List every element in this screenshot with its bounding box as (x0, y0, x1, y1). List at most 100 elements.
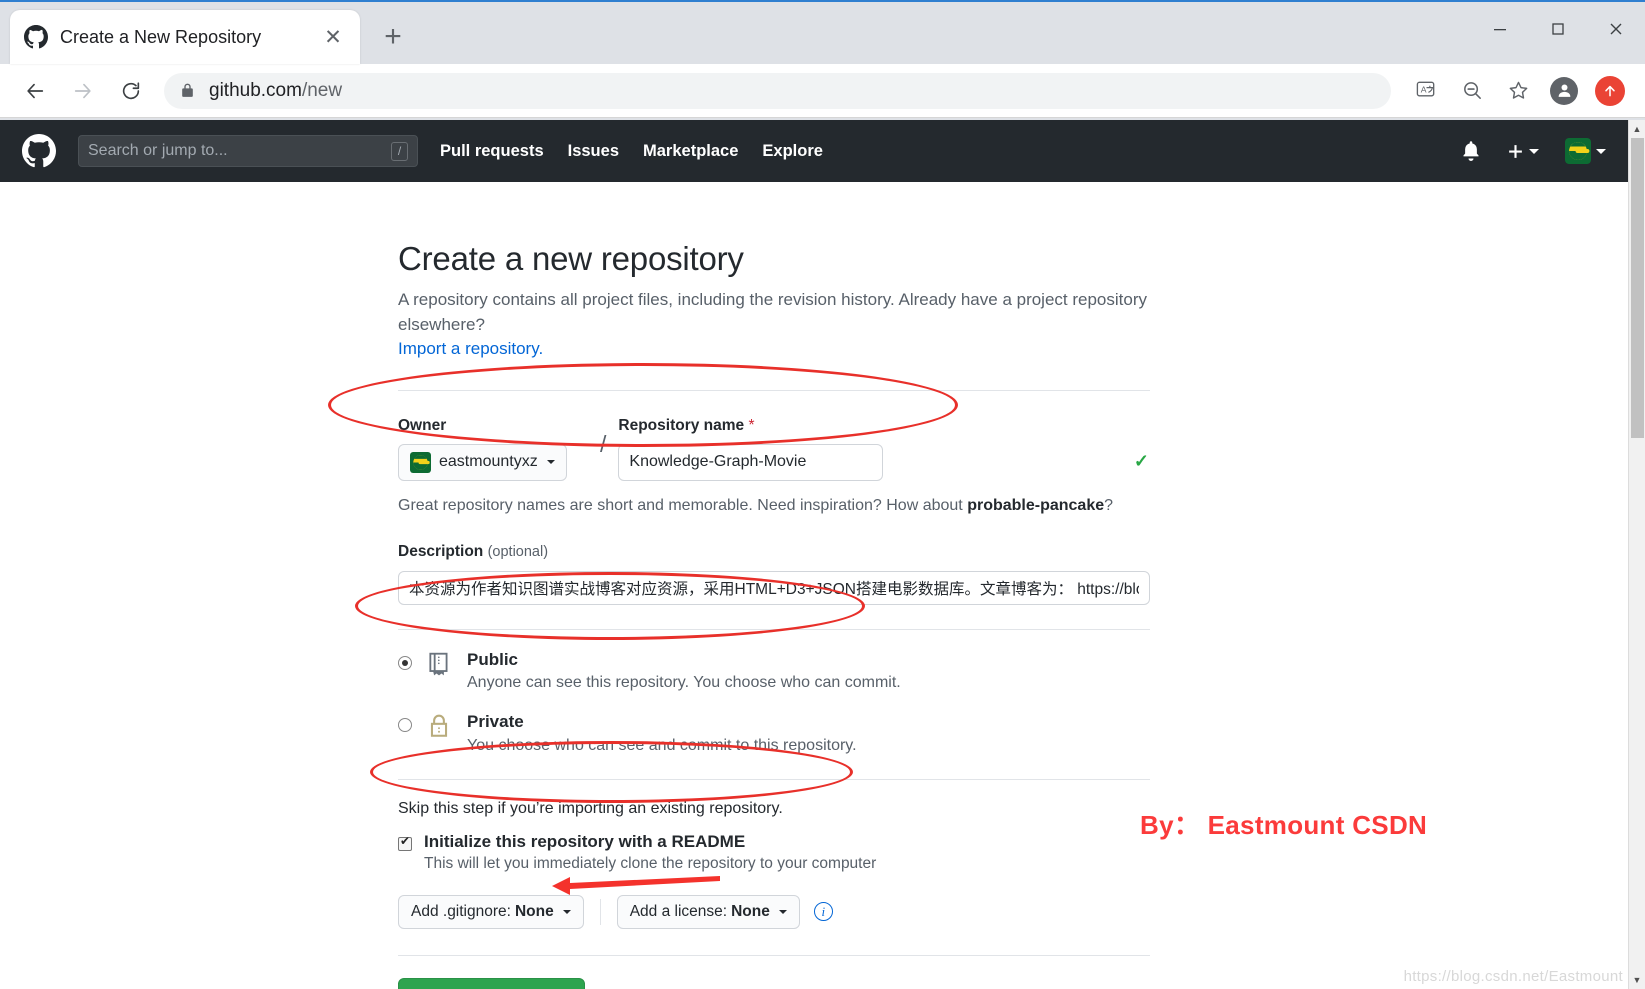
svg-text:A: A (1420, 84, 1426, 94)
private-radio[interactable] (398, 718, 412, 733)
readme-title: Initialize this repository with a README (424, 831, 746, 851)
window-controls (1471, 2, 1645, 56)
tab-close-icon[interactable]: ✕ (320, 24, 346, 50)
create-repository-button[interactable]: Create repository (398, 977, 585, 989)
translate-icon[interactable]: A (1405, 70, 1447, 112)
repo-book-icon (426, 651, 454, 682)
browser-tab[interactable]: Create a New Repository ✕ (10, 10, 360, 64)
repository-name-label-text: Repository name (618, 416, 745, 434)
chevron-down-icon (546, 460, 555, 465)
forward-button[interactable] (62, 70, 104, 112)
scrollbar-thumb[interactable] (1631, 138, 1644, 438)
profile-button[interactable] (1543, 70, 1585, 112)
user-avatar-icon (1565, 138, 1591, 164)
visibility-option-public[interactable]: Public Anyone can see this repository. Y… (398, 650, 1158, 692)
lock-icon (426, 713, 454, 744)
plus-icon (1509, 144, 1522, 158)
readme-checkbox[interactable] (398, 835, 412, 851)
browser-window: Create a New Repository ✕ + github.com/n… (0, 0, 1645, 989)
new-tab-button[interactable]: + (372, 16, 414, 58)
page-content: Create a new repository A repository con… (0, 182, 1628, 989)
notifications-button[interactable] (1461, 141, 1481, 161)
browser-update-button[interactable] (1589, 70, 1631, 112)
public-radio[interactable] (398, 655, 412, 670)
owner-avatar-icon (410, 451, 431, 473)
owner-value: eastmountyxz (439, 453, 538, 471)
watermark-text: https://blog.csdn.net/Eastmount (1403, 968, 1623, 985)
gitignore-dropdown[interactable]: Add .gitignore: None (398, 894, 584, 929)
scrollbar-down-arrow[interactable]: ▼ (1629, 971, 1645, 989)
window-close-button[interactable] (1587, 2, 1645, 56)
close-icon (1610, 23, 1622, 35)
create-new-button[interactable] (1507, 143, 1539, 160)
arrow-right-icon (74, 83, 91, 98)
description-optional-text: (optional) (487, 543, 549, 560)
reload-button[interactable] (110, 70, 152, 112)
owner-label: Owner (398, 416, 447, 434)
repository-name-input[interactable] (618, 443, 884, 481)
license-value: None (731, 902, 770, 920)
arrow-left-icon (27, 83, 44, 98)
arrow-up-icon (1605, 85, 1615, 96)
bell-icon (1463, 141, 1479, 161)
update-arrow-icon (1595, 75, 1625, 106)
search-placeholder: Search or jump to... (88, 142, 228, 159)
page-subtitle-text: A repository contains all project files,… (398, 290, 1148, 334)
nav-pull-requests[interactable]: Pull requests (440, 142, 544, 161)
github-nav: Pull requests Issues Marketplace Explore (440, 142, 847, 161)
back-button[interactable] (14, 70, 56, 112)
magnifier-minus-icon (1463, 82, 1481, 99)
hint-prefix: Great repository names are short and mem… (398, 496, 968, 514)
reload-icon (122, 81, 140, 99)
description-field: Description (optional) (398, 543, 1158, 605)
template-dropdown-row: Add .gitignore: None Add a license: None… (398, 894, 1158, 929)
owner-name-separator: / (600, 430, 607, 457)
license-dropdown[interactable]: Add a license: None (616, 894, 800, 929)
required-asterisk: * (748, 416, 755, 434)
visibility-option-private[interactable]: Private You choose who can see and commi… (398, 712, 1158, 754)
bookmark-star-icon[interactable] (1497, 70, 1539, 112)
zoom-out-icon[interactable] (1451, 70, 1493, 112)
private-title: Private (467, 712, 524, 732)
nav-explore[interactable]: Explore (762, 142, 823, 161)
divider (398, 778, 1150, 780)
scrollbar-up-arrow[interactable]: ▲ (1629, 120, 1645, 138)
repository-name-hint: Great repository names are short and mem… (398, 497, 1158, 515)
chevron-down-icon (1596, 148, 1606, 154)
toolbar-icons: A (1401, 70, 1631, 112)
repo-book-glyph-icon (429, 652, 448, 676)
nav-issues[interactable]: Issues (568, 142, 619, 161)
description-label: Description (optional) (398, 543, 1158, 561)
new-repository-form: Create a new repository A repository con… (398, 240, 1158, 989)
person-glyph-icon (1558, 84, 1570, 97)
annotation-byline: By： Eastmount CSDN (1140, 810, 1428, 840)
url-domain: github.com (209, 79, 302, 101)
github-search-input[interactable]: Search or jump to... / (78, 135, 418, 167)
lock-glyph-icon (430, 715, 448, 738)
page-viewport: Search or jump to... / Pull requests Iss… (0, 120, 1645, 989)
nav-marketplace[interactable]: Marketplace (643, 142, 738, 161)
page-subtitle: A repository contains all project files,… (398, 288, 1158, 362)
readme-description: This will let you immediately clone the … (424, 854, 877, 872)
description-input[interactable] (398, 570, 1150, 605)
window-maximize-button[interactable] (1529, 2, 1587, 56)
page-scrollbar[interactable]: ▲ ▼ (1628, 120, 1645, 989)
github-header-right (1435, 138, 1606, 164)
chevron-down-icon (778, 909, 787, 914)
private-text-block: Private You choose who can see and commi… (467, 712, 857, 754)
import-repository-link[interactable]: Import a repository. (398, 339, 543, 358)
name-valid-check-icon: ✓ (1133, 450, 1149, 471)
owner-select-button[interactable]: eastmountyxz (398, 443, 567, 481)
readme-text-block: Initialize this repository with a README… (424, 832, 876, 873)
window-minimize-button[interactable] (1471, 2, 1529, 56)
initialize-readme-row[interactable]: Initialize this repository with a README… (398, 832, 1158, 873)
github-favicon-icon (24, 25, 48, 49)
owner-field: Owner eastmountyxz (398, 417, 588, 481)
user-menu-button[interactable] (1565, 138, 1606, 164)
github-logo-icon[interactable] (22, 134, 56, 168)
browser-tab-title: Create a New Repository (60, 26, 262, 47)
address-bar[interactable]: github.com/new (164, 72, 1391, 109)
minimize-icon (1494, 29, 1506, 31)
info-icon[interactable]: i (813, 902, 833, 922)
maximize-icon (1552, 23, 1564, 35)
